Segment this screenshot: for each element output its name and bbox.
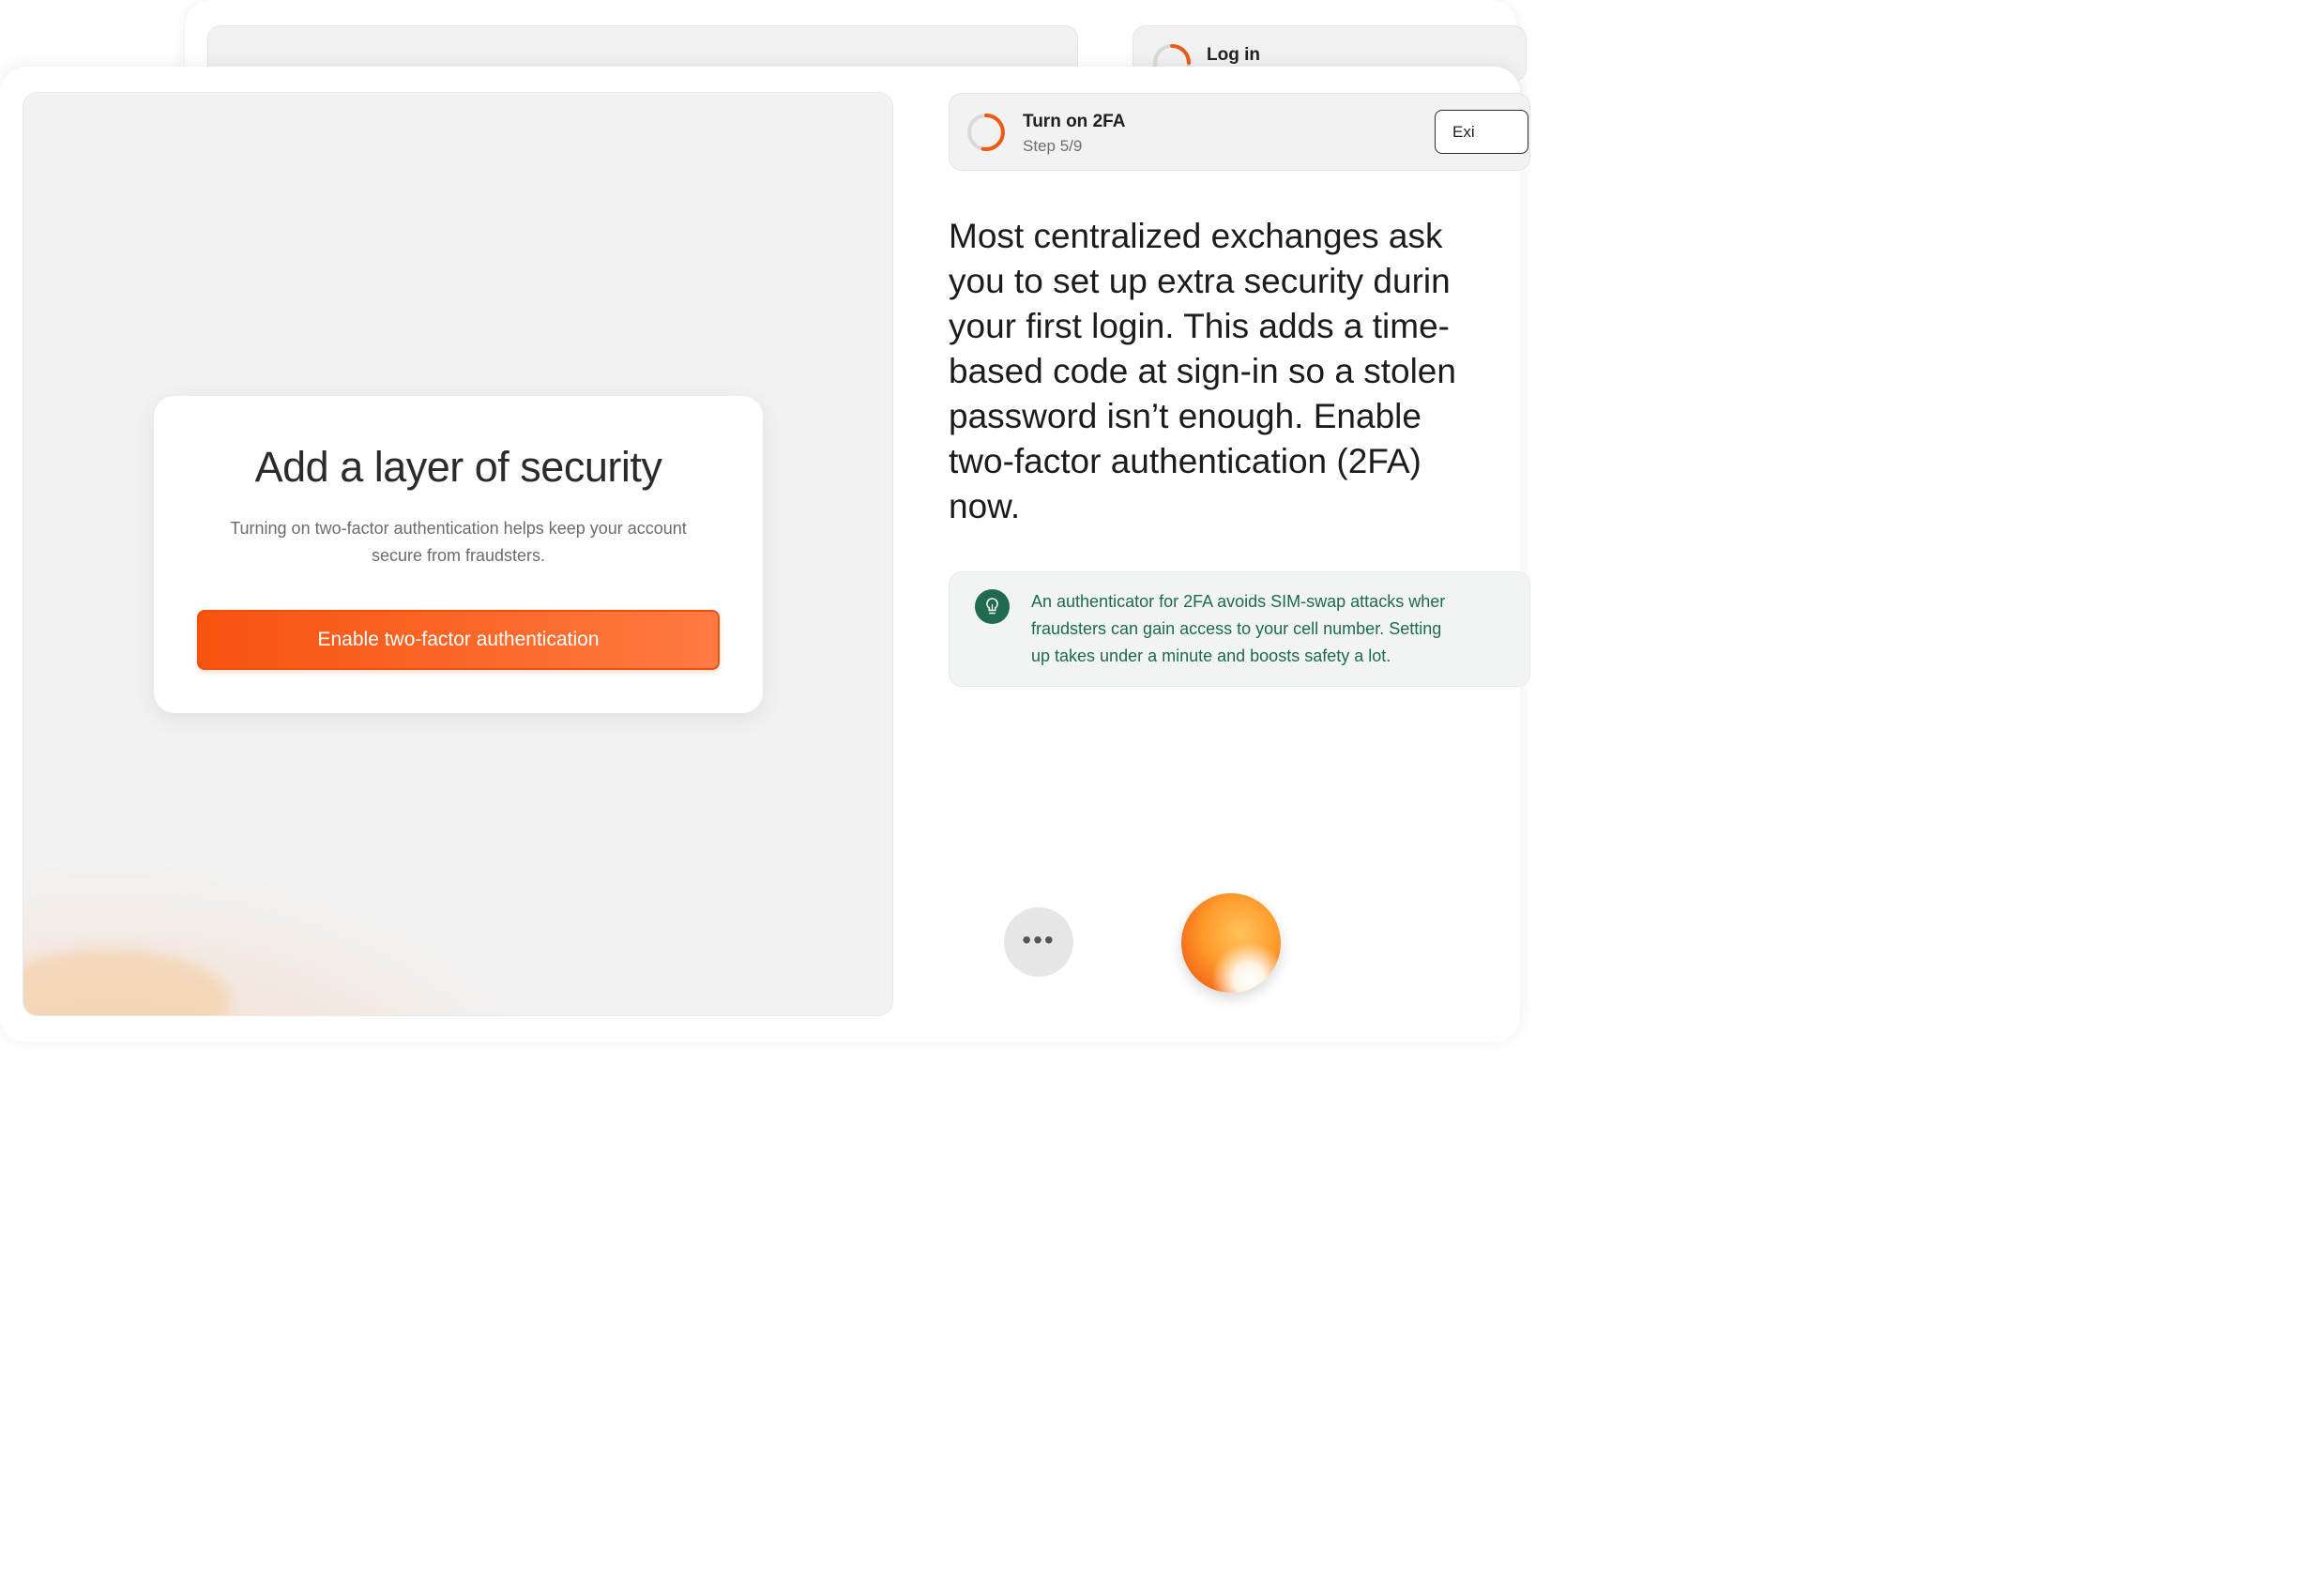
card-heading: Add a layer of security [254, 443, 662, 491]
assistant-orb-button[interactable] [1181, 893, 1281, 993]
more-dots-icon: ••• [1022, 925, 1056, 954]
tip-text: An authenticator for 2FA avoids SIM-swap… [1031, 592, 1446, 665]
step-title: Turn on 2FA [1023, 112, 1126, 131]
decorative-blob [23, 950, 230, 1015]
step-header: Turn on 2FA Step 5/9 Exi [949, 93, 1530, 171]
lightbulb-icon [975, 589, 1010, 624]
security-card: Add a layer of security Turning on two-f… [154, 396, 763, 713]
card-description: Turning on two-factor authentication hel… [230, 519, 687, 565]
background-step-title: Log in [1207, 45, 1260, 65]
more-options-button[interactable]: ••• [1004, 907, 1073, 977]
exit-button[interactable]: Exi [1435, 110, 1528, 154]
step-counter: Step 5/9 [1023, 137, 1083, 155]
enable-2fa-button[interactable]: Enable two-factor authentication [197, 610, 720, 670]
instruction-text: Most centralized exchanges ask you to se… [949, 217, 1456, 525]
tip-box: An authenticator for 2FA avoids SIM-swap… [949, 571, 1530, 687]
progress-ring-icon [967, 114, 1005, 151]
